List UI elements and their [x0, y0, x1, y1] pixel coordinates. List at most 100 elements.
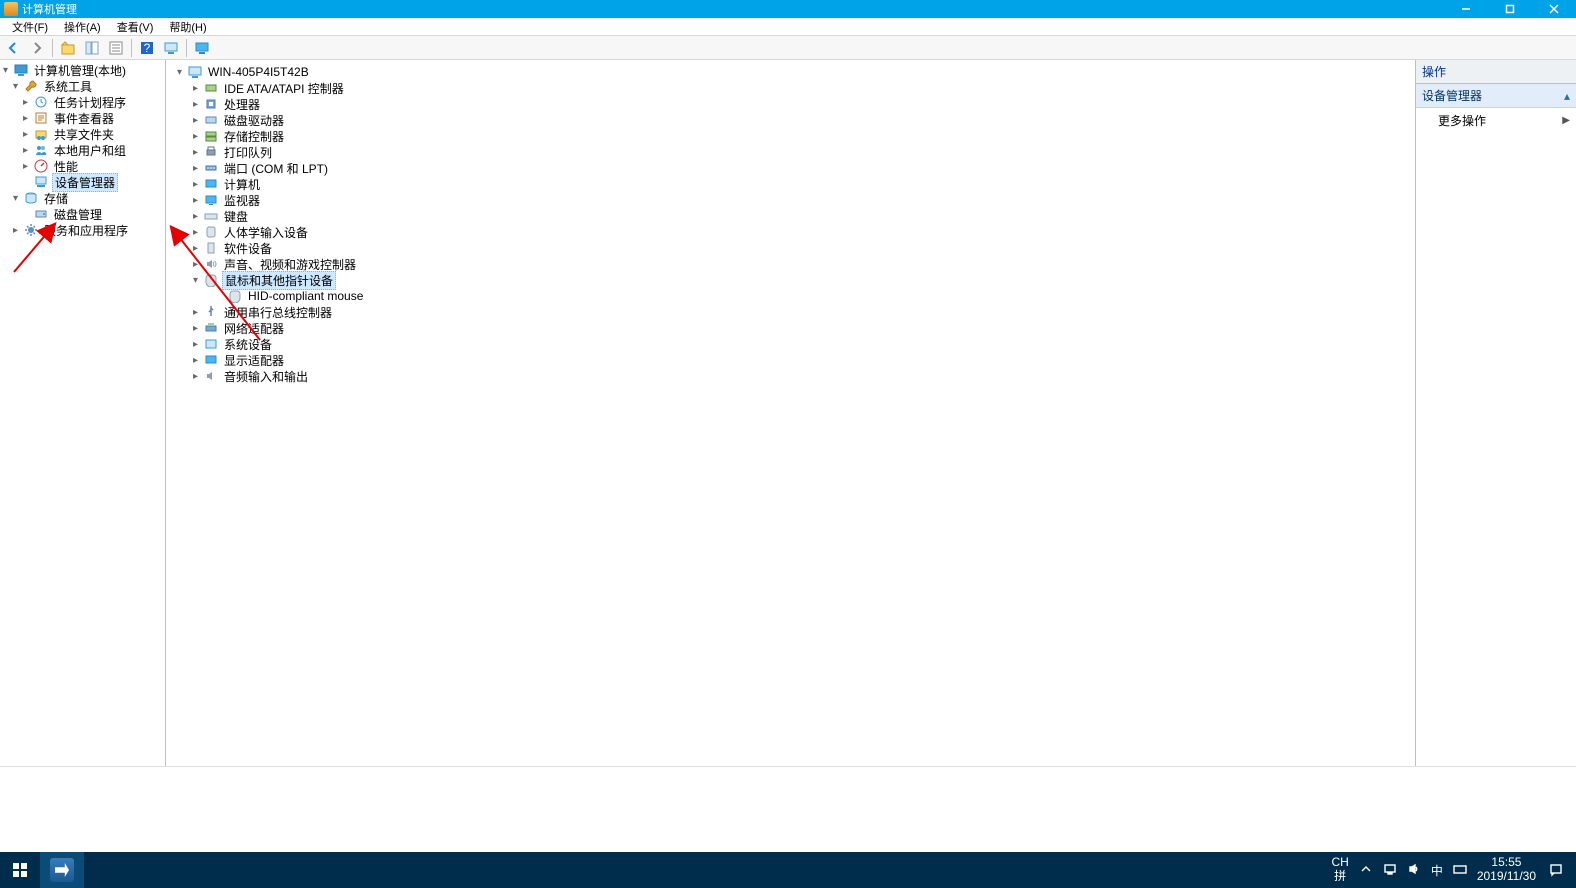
- task-computer-management[interactable]: [40, 852, 84, 888]
- dev-label: 监视器: [222, 192, 262, 209]
- cpu-icon: [203, 96, 219, 112]
- menu-help[interactable]: 帮助(H): [161, 19, 214, 35]
- nav-event-viewer[interactable]: ▸ 事件查看器: [0, 110, 165, 126]
- dev-print[interactable]: ▸打印队列: [166, 144, 1415, 160]
- collapse-icon: ▴: [1564, 89, 1570, 103]
- nav-disk-mgmt[interactable]: ▸ 磁盘管理: [0, 206, 165, 222]
- hdd-icon: [203, 112, 219, 128]
- dev-label: 打印队列: [222, 144, 274, 161]
- dev-usb[interactable]: ▸通用串行总线控制器: [166, 304, 1415, 320]
- main-area: ▾ 计算机管理(本地) ▾ 系统工具 ▸ 任务计划程序 ▸ 事件查看器 ▸: [0, 60, 1576, 766]
- up-button[interactable]: [57, 38, 79, 58]
- dev-label: 显示适配器: [222, 352, 286, 369]
- status-strip: [0, 766, 1576, 788]
- scan-button[interactable]: [160, 38, 182, 58]
- ime-mode[interactable]: 中: [1431, 862, 1443, 879]
- mmc-task-icon: [50, 858, 74, 882]
- dev-software[interactable]: ▸软件设备: [166, 240, 1415, 256]
- volume-tray-icon[interactable]: [1407, 862, 1421, 879]
- nav-root[interactable]: ▾ 计算机管理(本地): [0, 62, 165, 78]
- network-tray-icon[interactable]: [1383, 862, 1397, 879]
- nav-shared-folders[interactable]: ▸ 共享文件夹: [0, 126, 165, 142]
- toolbar: ?: [0, 36, 1576, 60]
- dev-ports[interactable]: ▸端口 (COM 和 LPT): [166, 160, 1415, 176]
- users-icon: [33, 142, 49, 158]
- notification-center[interactable]: [1546, 852, 1566, 888]
- menu-file[interactable]: 文件(F): [4, 19, 56, 35]
- dev-label: 计算机: [222, 176, 262, 193]
- dev-computers[interactable]: ▸计算机: [166, 176, 1415, 192]
- printer-icon: [203, 144, 219, 160]
- dev-label: 存储控制器: [222, 128, 286, 145]
- nav-label: 服务和应用程序: [42, 222, 130, 239]
- dev-label: 磁盘驱动器: [222, 112, 286, 129]
- dev-label: 键盘: [222, 208, 250, 225]
- close-button[interactable]: [1532, 0, 1576, 18]
- ime-lang[interactable]: CH拼: [1331, 856, 1348, 884]
- minimize-button[interactable]: [1444, 0, 1488, 18]
- dev-cpu[interactable]: ▸处理器: [166, 96, 1415, 112]
- dev-disk[interactable]: ▸磁盘驱动器: [166, 112, 1415, 128]
- dev-system[interactable]: ▸系统设备: [166, 336, 1415, 352]
- nav-services[interactable]: ▸ 服务和应用程序: [0, 222, 165, 238]
- nav-label: 存储: [42, 190, 70, 207]
- maximize-button[interactable]: [1488, 0, 1532, 18]
- view-devices-button[interactable]: [191, 38, 213, 58]
- dev-mouse-category[interactable]: ▾鼠标和其他指针设备: [166, 272, 1415, 288]
- titlebar: 计算机管理: [0, 0, 1576, 18]
- port-icon: [203, 160, 219, 176]
- more-actions[interactable]: 更多操作 ▶: [1416, 108, 1576, 133]
- dev-ide[interactable]: ▸IDE ATA/ATAPI 控制器: [166, 80, 1415, 96]
- dev-hid[interactable]: ▸人体学输入设备: [166, 224, 1415, 240]
- dev-keyboard[interactable]: ▸键盘: [166, 208, 1415, 224]
- menu-view[interactable]: 查看(V): [109, 19, 162, 35]
- nav-label: 任务计划程序: [52, 94, 128, 111]
- menu-action[interactable]: 操作(A): [56, 19, 109, 35]
- dev-label: 鼠标和其他指针设备: [222, 271, 336, 290]
- forward-button[interactable]: [26, 38, 48, 58]
- perf-icon: [33, 158, 49, 174]
- dev-display[interactable]: ▸显示适配器: [166, 352, 1415, 368]
- nav-label: 本地用户和组: [52, 142, 128, 159]
- computer-mgmt-icon: [13, 62, 29, 78]
- shared-folder-icon: [33, 126, 49, 142]
- dev-network[interactable]: ▸网络适配器: [166, 320, 1415, 336]
- ide-icon: [203, 80, 219, 96]
- dev-monitor[interactable]: ▸监视器: [166, 192, 1415, 208]
- back-button[interactable]: [2, 38, 24, 58]
- system-dev-icon: [203, 336, 219, 352]
- dev-storage-ctrl[interactable]: ▸存储控制器: [166, 128, 1415, 144]
- actions-group[interactable]: 设备管理器 ▴: [1416, 84, 1576, 108]
- chevron-right-icon: ▶: [1562, 115, 1570, 126]
- storage-icon: [23, 190, 39, 206]
- dev-label: HID-compliant mouse: [246, 289, 365, 303]
- monitor-icon: [203, 176, 219, 192]
- dev-label: 系统设备: [222, 336, 274, 353]
- display-adapter-icon: [203, 352, 219, 368]
- audio-io-icon: [203, 368, 219, 384]
- dev-root[interactable]: ▾ WIN-405P4I5T42B: [166, 64, 1415, 80]
- dev-mouse-child[interactable]: ▸HID-compliant mouse: [166, 288, 1415, 304]
- hid-icon: [203, 224, 219, 240]
- nav-local-users[interactable]: ▸ 本地用户和组: [0, 142, 165, 158]
- pc-icon: [187, 64, 203, 80]
- usb-icon: [203, 304, 219, 320]
- monitor-device-icon: [203, 192, 219, 208]
- dev-sound[interactable]: ▸声音、视频和游戏控制器: [166, 256, 1415, 272]
- dev-label: 端口 (COM 和 LPT): [222, 160, 330, 177]
- properties-button[interactable]: [105, 38, 127, 58]
- window-title: 计算机管理: [22, 1, 1444, 17]
- clock[interactable]: 15:552019/11/30: [1477, 856, 1536, 884]
- services-icon: [23, 222, 39, 238]
- nav-device-manager[interactable]: ▸ 设备管理器: [0, 174, 165, 190]
- svg-text:?: ?: [144, 41, 151, 55]
- nav-storage[interactable]: ▾ 存储: [0, 190, 165, 206]
- help-button[interactable]: ?: [136, 38, 158, 58]
- start-button[interactable]: [0, 852, 40, 888]
- ime-keyboard-icon[interactable]: [1453, 862, 1467, 879]
- dev-audio-io[interactable]: ▸音频输入和输出: [166, 368, 1415, 384]
- show-hide-tree-button[interactable]: [81, 38, 103, 58]
- tray-chevron-icon[interactable]: [1359, 862, 1373, 879]
- nav-system-tools[interactable]: ▾ 系统工具: [0, 78, 165, 94]
- nav-task-scheduler[interactable]: ▸ 任务计划程序: [0, 94, 165, 110]
